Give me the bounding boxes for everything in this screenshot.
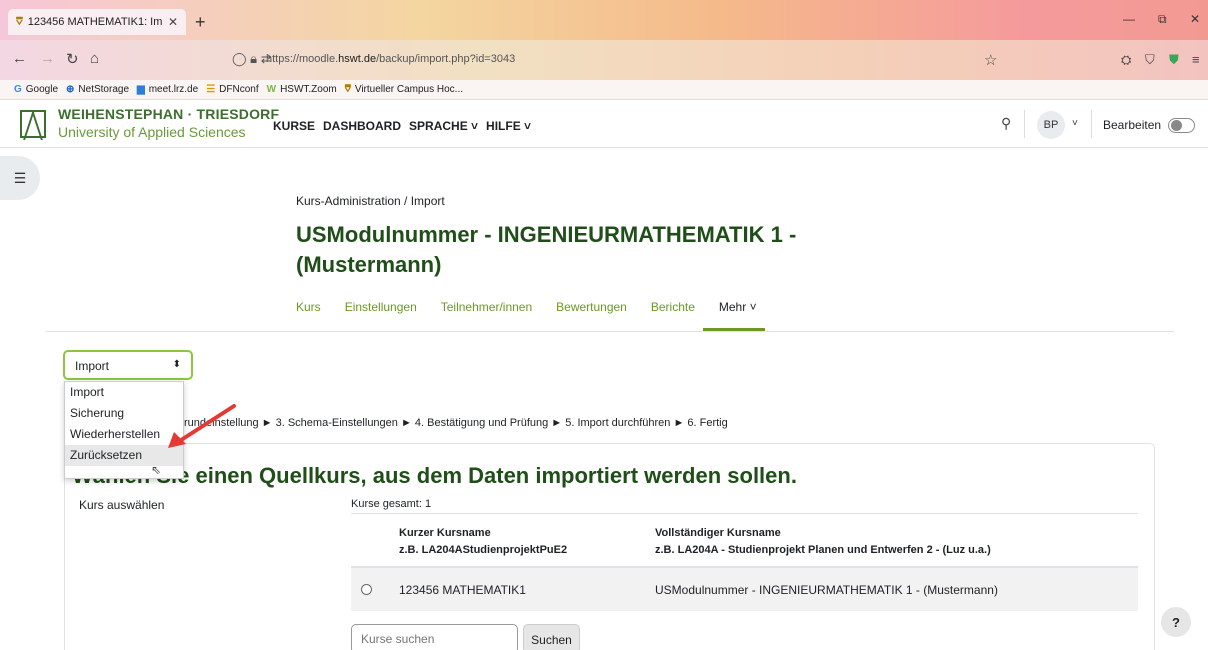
- browser-tab[interactable]: ⩢ 123456 MATHEMATIK1: Import ✕: [8, 9, 186, 35]
- list-icon: ☰: [13, 169, 27, 186]
- campus-hat-icon: ⩢: [16, 15, 23, 28]
- course-short-name: 123456 MATHEMATIK1: [399, 583, 526, 597]
- column-example: z.B. LA204A - Studienprojekt Planen und …: [655, 544, 991, 556]
- page-title: USModulnummer - INGENIEURMATHEMATIK 1 - …: [296, 222, 797, 277]
- main-nav: KURSE DASHBOARD SPRACHE ˅ HILFE ˅: [273, 119, 531, 133]
- url-bar[interactable]: https://moodle.hswt.de/backup/import.php…: [266, 53, 515, 65]
- bookmark-label: NetStorage: [78, 84, 130, 95]
- bookmark-star-icon[interactable]: ☆: [984, 51, 997, 69]
- back-icon[interactable]: ←: [12, 50, 27, 67]
- bookmark-meet[interactable]: ▆ meet.lrz.de: [137, 84, 198, 95]
- tab-bewertungen[interactable]: Bewertungen: [556, 300, 627, 314]
- column-header-full: Vollständiger Kursname z.B. LA204A - Stu…: [655, 525, 991, 559]
- chevron-down-icon[interactable]: ˅: [1072, 118, 1078, 129]
- pocket-icon[interactable]: ⛉: [1145, 52, 1155, 68]
- bookmark-google[interactable]: G Google: [14, 84, 58, 95]
- new-tab-button[interactable]: +: [195, 12, 206, 33]
- campus-hat-icon: ⩢: [344, 84, 351, 95]
- tab-kurs[interactable]: Kurs: [296, 300, 321, 314]
- bookmark-campus[interactable]: ⩢ Virtueller Campus Hoc...: [345, 84, 463, 95]
- nav-kurse[interactable]: KURSE: [273, 119, 315, 133]
- search-button[interactable]: Suchen: [523, 624, 580, 650]
- nav-dashboard[interactable]: DASHBOARD: [323, 119, 401, 133]
- url-path: /backup/import.php?id=3043: [376, 53, 516, 65]
- close-window-icon[interactable]: ✕: [1190, 12, 1200, 26]
- divider: [1091, 110, 1092, 138]
- reload-icon[interactable]: ↻: [66, 50, 79, 68]
- bookmark-zoom[interactable]: W HSWT.Zoom: [267, 84, 337, 95]
- bookmark-label: Google: [25, 84, 59, 95]
- browser-tabbar: ⩢ 123456 MATHEMATIK1: Import ✕ + — ⧉ ✕: [0, 0, 1208, 40]
- nav-sprache[interactable]: SPRACHE ˅: [409, 119, 478, 133]
- bookmark-label: Virtueller Campus Hoc...: [354, 84, 464, 95]
- course-radio[interactable]: [361, 584, 372, 595]
- action-select[interactable]: Import ⬍: [63, 350, 193, 380]
- site-header: WEIHENSTEPHAN · TRIESDORF University of …: [0, 100, 1208, 148]
- logo-subtitle[interactable]: University of Applied Sciences: [58, 124, 246, 140]
- globe-icon: ⊕: [66, 84, 75, 95]
- nav-hilfe[interactable]: HILFE ˅: [486, 119, 531, 133]
- column-example: z.B. LA204AStudienprojektPuE2: [399, 544, 568, 556]
- url-host: hswt.de: [338, 53, 377, 65]
- course-total: Kurse gesamt: 1: [351, 498, 432, 510]
- avatar[interactable]: BP: [1037, 111, 1065, 139]
- table-border: [351, 513, 1138, 514]
- divider: [46, 331, 1174, 332]
- bookmarks-bar: G Google ⊕ NetStorage ▆ meet.lrz.de ☰ DFNcon…: [0, 80, 1208, 100]
- divider: [1024, 110, 1025, 138]
- breadcrumb: Kurs-Administration / Import: [296, 194, 445, 208]
- bookmark-dfnconf[interactable]: ☰ DFNconf: [206, 84, 258, 95]
- help-button[interactable]: ?: [1161, 607, 1191, 637]
- close-icon[interactable]: ✕: [168, 15, 178, 29]
- tab-teilnehmer[interactable]: Teilnehmer/innen: [441, 300, 532, 314]
- annotation-arrow-icon: [168, 404, 236, 448]
- import-steps: rundeinstellung ► 3. Schema-Einstellunge…: [184, 417, 728, 429]
- column-title: Vollständiger Kursname: [655, 527, 781, 539]
- browser-navbar: [0, 40, 1208, 80]
- action-select-value: Import: [75, 359, 110, 373]
- sort-caret-icon: ⬍: [172, 359, 181, 370]
- home-icon[interactable]: ⌂: [90, 50, 99, 67]
- bookmark-label: HSWT.Zoom: [280, 84, 337, 95]
- course-select-label: Kurs auswählen: [79, 498, 165, 512]
- bookmark-label: DFNconf: [219, 84, 259, 95]
- tab-einstellungen[interactable]: Einstellungen: [345, 300, 417, 314]
- logo-title[interactable]: WEIHENSTEPHAN · TRIESDORF: [58, 106, 279, 122]
- minimize-icon[interactable]: —: [1123, 12, 1135, 26]
- edit-mode-label: Bearbeiten: [1103, 118, 1162, 132]
- edit-mode-toggle[interactable]: [1168, 118, 1195, 133]
- url-prefix: https://moodle.: [266, 53, 339, 65]
- bookmark-netstorage[interactable]: ⊕ NetStorage: [66, 84, 129, 95]
- search-icon[interactable]: ⚲: [1001, 115, 1011, 132]
- meet-icon: ▆: [137, 84, 145, 95]
- account-icon[interactable]: ⛭: [1121, 52, 1131, 68]
- google-icon: G: [14, 84, 22, 95]
- hswt-logo-icon[interactable]: [20, 110, 46, 138]
- hswt-icon: W: [266, 84, 277, 95]
- tab-mehr[interactable]: Mehr ˅: [719, 300, 757, 314]
- mouse-cursor-icon: ⇖: [151, 463, 162, 477]
- course-full-name: USModulnummer - INGENIEURMATHEMATIK 1 - …: [655, 583, 998, 597]
- bookmark-label: meet.lrz.de: [148, 84, 199, 95]
- menu-icon[interactable]: ≡: [1192, 52, 1200, 67]
- course-search-input[interactable]: [351, 624, 518, 650]
- tab-title: 123456 MATHEMATIK1: Import: [27, 16, 162, 28]
- extension-shield-icon[interactable]: ⛊: [1169, 52, 1179, 68]
- forward-icon[interactable]: →: [40, 50, 55, 67]
- tab-berichte[interactable]: Berichte: [651, 300, 695, 314]
- restore-icon[interactable]: ⧉: [1158, 12, 1167, 27]
- column-title: Kurzer Kursname: [399, 527, 491, 539]
- column-header-short: Kurzer Kursname z.B. LA204AStudienprojek…: [399, 525, 567, 559]
- secondary-nav: Kurs Einstellungen Teilnehmer/innen Bewe…: [296, 300, 781, 314]
- course-index-drawer-button[interactable]: ☰: [0, 156, 40, 200]
- dfnconf-icon: ☰: [206, 84, 216, 95]
